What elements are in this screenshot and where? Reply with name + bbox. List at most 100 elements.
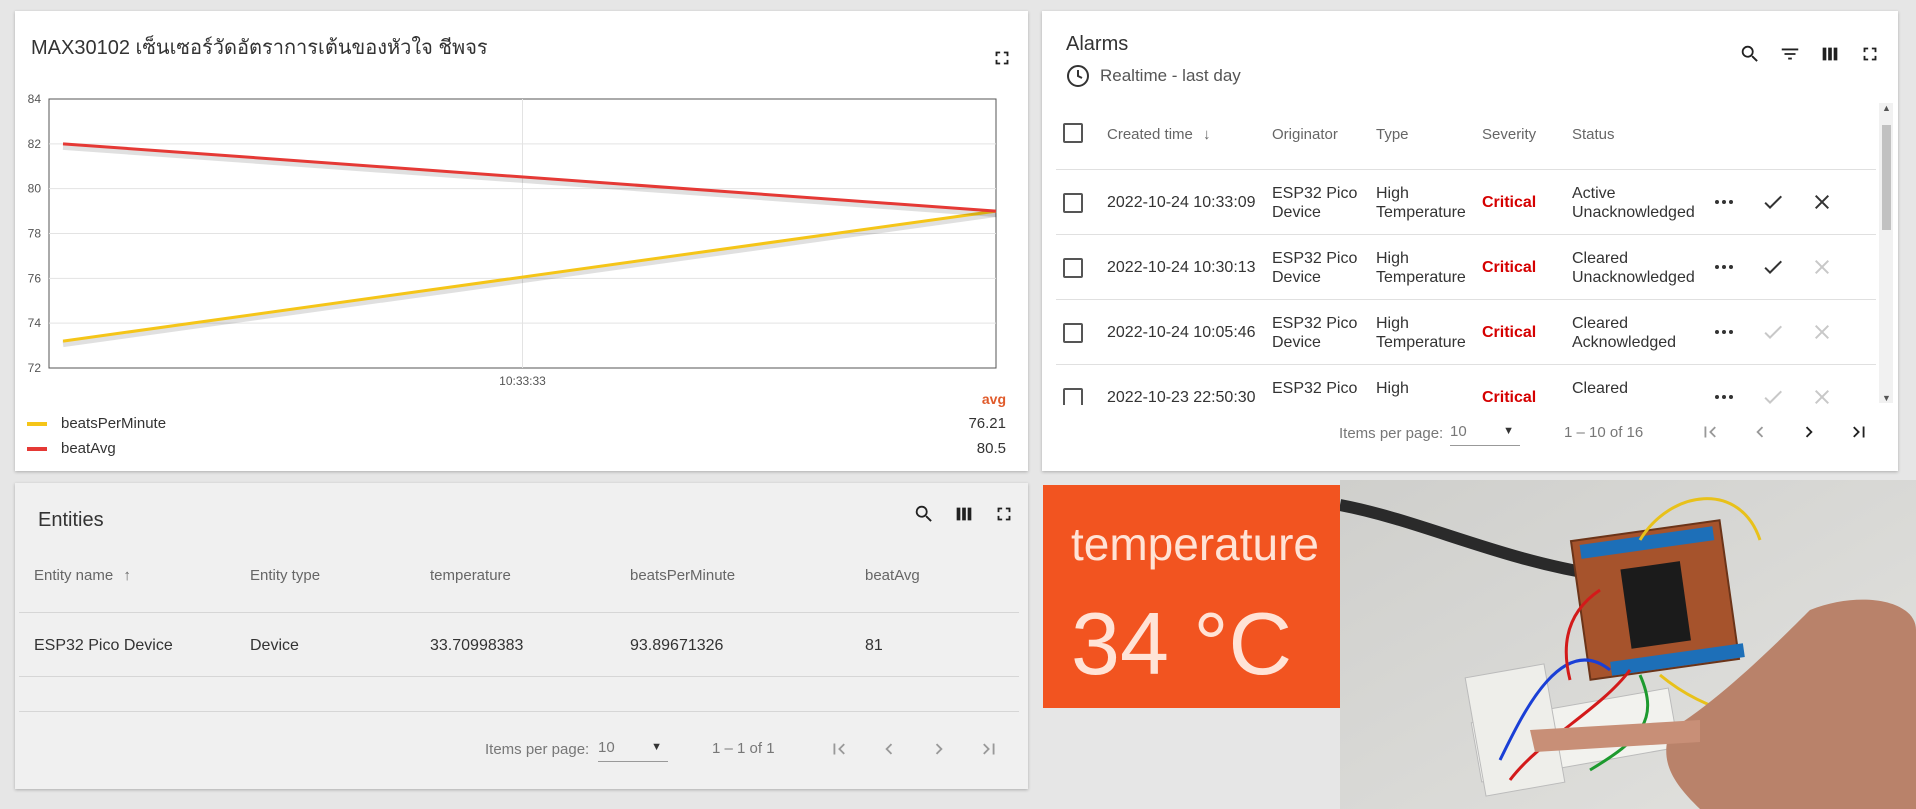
acknowledge-icon[interactable] bbox=[1759, 188, 1787, 216]
page-range: 1 – 10 of 16 bbox=[1564, 424, 1644, 441]
first-page-icon[interactable] bbox=[1696, 418, 1724, 446]
created-time-cell: 2022-10-24 10:30:13 bbox=[1107, 259, 1256, 276]
legend-label: beatAvg bbox=[61, 440, 116, 457]
table-row[interactable]: ESP32 Pico Device Device 33.70998383 93.… bbox=[19, 613, 1019, 675]
column-header-status[interactable]: Status bbox=[1572, 126, 1615, 143]
line-chart: 72 74 76 78 80 82 84 10:33:33 bbox=[28, 92, 997, 388]
next-page-icon[interactable] bbox=[1795, 418, 1823, 446]
legend-avg-value: 80.5 bbox=[976, 440, 1006, 457]
severity-cell: Critical bbox=[1482, 259, 1537, 276]
columns-icon[interactable] bbox=[950, 500, 978, 528]
more-icon[interactable] bbox=[1710, 253, 1738, 281]
chart-title: MAX30102 เซ็นเซอร์วัดอัตราการเต้นของหัวใ… bbox=[31, 37, 488, 59]
column-header-entity-name[interactable]: Entity name ↑ bbox=[34, 567, 131, 584]
originator-cell: ESP32 Pico Device bbox=[1272, 315, 1358, 351]
temperature-cell: 33.70998383 bbox=[430, 637, 524, 654]
fullscreen-icon[interactable] bbox=[990, 500, 1018, 528]
search-icon[interactable] bbox=[1736, 40, 1764, 68]
fullscreen-icon[interactable] bbox=[988, 44, 1016, 72]
row-checkbox[interactable] bbox=[1063, 388, 1083, 405]
clear-icon[interactable] bbox=[1808, 253, 1836, 281]
y-tick-label: 80 bbox=[28, 182, 42, 196]
heart-rate-chart-card: MAX30102 เซ็นเซอร์วัดอัตราการเต้นของหัวใ… bbox=[15, 11, 1028, 471]
columns-icon[interactable] bbox=[1816, 40, 1844, 68]
status-cell: Cleared Acknowledged bbox=[1572, 315, 1677, 351]
y-axis-ticks: 72 74 76 78 80 82 84 bbox=[28, 92, 42, 375]
column-header-temperature[interactable]: temperature bbox=[430, 567, 511, 584]
acknowledge-icon[interactable] bbox=[1759, 253, 1787, 281]
items-per-page-select[interactable]: 10 ▼ bbox=[1450, 423, 1520, 446]
last-page-icon[interactable] bbox=[975, 735, 1003, 763]
more-icon[interactable] bbox=[1710, 383, 1738, 405]
row-checkbox[interactable] bbox=[1063, 193, 1083, 213]
next-page-icon[interactable] bbox=[925, 735, 953, 763]
severity-cell: Critical bbox=[1482, 194, 1537, 211]
previous-page-icon[interactable] bbox=[1746, 418, 1774, 446]
scroll-up-icon[interactable]: ▲ bbox=[1882, 103, 1891, 113]
clear-icon[interactable] bbox=[1808, 188, 1836, 216]
column-header-beatavg[interactable]: beatAvg bbox=[865, 567, 920, 584]
first-page-icon[interactable] bbox=[825, 735, 853, 763]
acknowledge-icon[interactable] bbox=[1759, 383, 1787, 405]
legend-item-beatsperminute[interactable]: beatsPerMinute bbox=[27, 415, 166, 432]
column-header-beatsperminute[interactable]: beatsPerMinute bbox=[630, 567, 735, 584]
time-window-selector[interactable]: Realtime - last day bbox=[1066, 64, 1241, 88]
column-header-originator[interactable]: Originator bbox=[1272, 126, 1338, 143]
y-tick-label: 72 bbox=[28, 361, 42, 375]
search-icon[interactable] bbox=[910, 500, 938, 528]
type-cell: High Temperature bbox=[1376, 185, 1466, 221]
severity-cell: Critical bbox=[1482, 389, 1537, 405]
fullscreen-icon[interactable] bbox=[1856, 40, 1884, 68]
scroll-down-icon[interactable]: ▼ bbox=[1882, 393, 1891, 403]
column-header-entity-type[interactable]: Entity type bbox=[250, 567, 320, 584]
table-row[interactable]: 2022-10-24 10:05:46 ESP32 Pico Device Hi… bbox=[1042, 300, 1880, 365]
previous-page-icon[interactable] bbox=[875, 735, 903, 763]
filter-icon[interactable] bbox=[1776, 40, 1804, 68]
alarms-table-body: 2022-10-24 10:33:09 ESP32 Pico Device Hi… bbox=[1042, 170, 1880, 405]
series-line-beatavg[interactable] bbox=[62, 142, 997, 213]
dropdown-arrow-icon: ▼ bbox=[651, 741, 662, 753]
table-row[interactable]: 2022-10-23 22:50:30 ESP32 Pico High Crit… bbox=[1042, 365, 1880, 405]
status-cell: Cleared bbox=[1572, 380, 1629, 397]
more-icon[interactable] bbox=[1710, 318, 1738, 346]
legend-swatch bbox=[27, 446, 47, 451]
page-range: 1 – 1 of 1 bbox=[712, 740, 775, 757]
hardware-photo bbox=[1340, 480, 1916, 809]
arrow-down-icon: ↓ bbox=[1203, 126, 1211, 143]
beatsperminute-cell: 93.89671326 bbox=[630, 637, 724, 654]
created-time-cell: 2022-10-23 22:50:30 bbox=[1107, 389, 1256, 405]
row-checkbox[interactable] bbox=[1063, 323, 1083, 343]
items-per-page-select[interactable]: 10 ▼ bbox=[598, 739, 668, 762]
items-per-page-label: Items per page: bbox=[1339, 425, 1444, 442]
x-axis-ticks: 10:33:33 bbox=[499, 374, 546, 388]
alarms-card: Alarms Realtime - last day Created time … bbox=[1042, 11, 1898, 471]
alarms-title: Alarms bbox=[1066, 33, 1129, 55]
select-all-checkbox[interactable] bbox=[1063, 123, 1083, 143]
y-tick-label: 82 bbox=[28, 137, 42, 151]
row-checkbox[interactable] bbox=[1063, 258, 1083, 278]
acknowledge-icon[interactable] bbox=[1759, 318, 1787, 346]
clear-icon[interactable] bbox=[1808, 383, 1836, 405]
column-header-created-time[interactable]: Created time ↓ bbox=[1107, 126, 1211, 143]
legend-swatch bbox=[27, 421, 47, 426]
table-row[interactable]: 2022-10-24 10:33:09 ESP32 Pico Device Hi… bbox=[1042, 170, 1880, 235]
scrollbar-thumb[interactable] bbox=[1882, 125, 1891, 230]
table-row[interactable]: 2022-10-24 10:30:13 ESP32 Pico Device Hi… bbox=[1042, 235, 1880, 300]
more-icon[interactable] bbox=[1710, 188, 1738, 216]
y-tick-label: 76 bbox=[28, 271, 42, 285]
originator-cell: ESP32 Pico bbox=[1272, 380, 1358, 397]
column-header-type[interactable]: Type bbox=[1376, 126, 1409, 143]
legend-label: beatsPerMinute bbox=[61, 415, 167, 432]
type-cell: High Temperature bbox=[1376, 250, 1466, 286]
type-cell: High Temperature bbox=[1376, 315, 1466, 351]
x-tick-label: 10:33:33 bbox=[499, 374, 546, 388]
column-header-severity[interactable]: Severity bbox=[1482, 126, 1536, 143]
entities-card: Entities Entity name ↑ Entity type tempe… bbox=[15, 483, 1028, 789]
clear-icon[interactable] bbox=[1808, 318, 1836, 346]
scrollbar[interactable]: ▲ ▼ bbox=[1879, 103, 1893, 403]
entity-type-cell: Device bbox=[250, 637, 299, 654]
legend-item-beatavg[interactable]: beatAvg bbox=[27, 440, 116, 457]
last-page-icon[interactable] bbox=[1845, 418, 1873, 446]
series-line-beatsperminute[interactable] bbox=[62, 209, 997, 343]
created-time-cell: 2022-10-24 10:33:09 bbox=[1107, 194, 1256, 211]
